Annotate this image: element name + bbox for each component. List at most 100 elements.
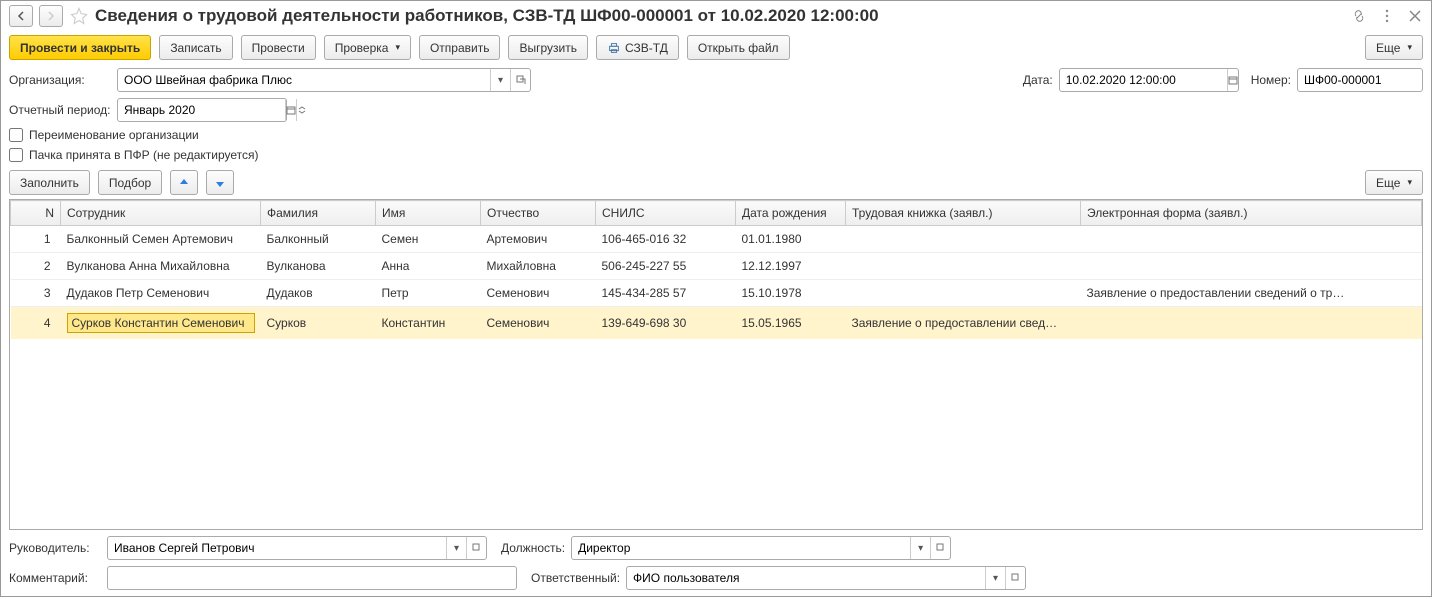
cell-n[interactable]: 2 <box>11 253 61 280</box>
open-ref-icon[interactable] <box>510 69 530 91</box>
col-n[interactable]: N <box>11 201 61 226</box>
rename-org-checkbox[interactable] <box>9 128 23 142</box>
number-field[interactable] <box>1298 69 1434 91</box>
cell-emp[interactable]: Балконный Семен Артемович <box>61 226 261 253</box>
move-down-button[interactable] <box>206 170 234 195</box>
cell-last[interactable]: Балконный <box>261 226 376 253</box>
col-birthdate[interactable]: Дата рождения <box>736 201 846 226</box>
cell-last[interactable]: Дудаков <box>261 280 376 307</box>
cell-book[interactable]: Заявление о предоставлении свед… <box>846 307 1081 340</box>
responsible-field[interactable] <box>627 567 985 589</box>
cell-n[interactable]: 4 <box>11 307 61 340</box>
cell-eform[interactable]: Заявление о предоставлении сведений о тр… <box>1081 280 1422 307</box>
cell-emp[interactable]: Дудаков Петр Семенович <box>61 280 261 307</box>
open-ref-icon[interactable] <box>930 537 950 559</box>
move-up-button[interactable] <box>170 170 198 195</box>
responsible-input[interactable]: ▾ <box>626 566 1026 590</box>
cell-book[interactable] <box>846 280 1081 307</box>
cell-emp[interactable]: Сурков Константин Семенович <box>61 307 261 340</box>
export-button[interactable]: Выгрузить <box>508 35 588 60</box>
check-button[interactable]: Проверка▾ <box>324 35 411 60</box>
col-eform[interactable]: Электронная форма (заявл.) <box>1081 201 1422 226</box>
cell-n[interactable]: 3 <box>11 280 61 307</box>
cell-first[interactable]: Константин <box>376 307 481 340</box>
spinner-icon[interactable] <box>296 99 307 121</box>
comment-field[interactable] <box>108 567 516 589</box>
link-icon[interactable] <box>1351 8 1367 24</box>
position-input[interactable]: ▾ <box>571 536 951 560</box>
calendar-icon[interactable] <box>285 99 296 121</box>
col-lastname[interactable]: Фамилия <box>261 201 376 226</box>
open-ref-icon[interactable] <box>466 537 486 559</box>
calendar-icon[interactable] <box>1227 69 1238 91</box>
cell-n[interactable]: 1 <box>11 226 61 253</box>
cell-eform[interactable] <box>1081 253 1422 280</box>
cell-mid[interactable]: Михайловна <box>481 253 596 280</box>
cell-first[interactable]: Семен <box>376 226 481 253</box>
open-file-button[interactable]: Открыть файл <box>687 35 790 60</box>
cell-eform[interactable] <box>1081 226 1422 253</box>
cell-snils[interactable]: 106-465-016 32 <box>596 226 736 253</box>
cell-snils[interactable]: 139-649-698 30 <box>596 307 736 340</box>
cell-mid[interactable]: Семенович <box>481 307 596 340</box>
titlebar: Сведения о трудовой деятельности работни… <box>1 1 1431 31</box>
fill-button[interactable]: Заполнить <box>9 170 90 195</box>
date-input[interactable] <box>1059 68 1239 92</box>
cell-snils[interactable]: 145-434-285 57 <box>596 280 736 307</box>
date-field[interactable] <box>1060 69 1227 91</box>
cell-last[interactable]: Сурков <box>261 307 376 340</box>
table-row[interactable]: 2Вулканова Анна МихайловнаВулкановаАннаМ… <box>11 253 1422 280</box>
cell-mid[interactable]: Семенович <box>481 280 596 307</box>
period-input[interactable] <box>117 98 287 122</box>
cell-book[interactable] <box>846 253 1081 280</box>
cell-first[interactable]: Петр <box>376 280 481 307</box>
cell-birth[interactable]: 12.12.1997 <box>736 253 846 280</box>
head-field[interactable] <box>108 537 446 559</box>
table-row[interactable]: 1Балконный Семен АртемовичБалконныйСемен… <box>11 226 1422 253</box>
col-employee[interactable]: Сотрудник <box>61 201 261 226</box>
dropdown-icon[interactable]: ▾ <box>910 537 930 559</box>
cell-birth[interactable]: 15.05.1965 <box>736 307 846 340</box>
table-row[interactable]: 3Дудаков Петр СеменовичДудаковПетрСемено… <box>11 280 1422 307</box>
col-firstname[interactable]: Имя <box>376 201 481 226</box>
dropdown-icon[interactable]: ▾ <box>985 567 1005 589</box>
cell-first[interactable]: Анна <box>376 253 481 280</box>
col-middlename[interactable]: Отчество <box>481 201 596 226</box>
cell-birth[interactable]: 15.10.1978 <box>736 280 846 307</box>
col-workbook[interactable]: Трудовая книжка (заявл.) <box>846 201 1081 226</box>
post-button[interactable]: Провести <box>241 35 316 60</box>
period-field[interactable] <box>118 99 285 121</box>
nav-forward-button[interactable] <box>39 5 63 27</box>
organization-input[interactable]: ▾ <box>117 68 531 92</box>
cell-mid[interactable]: Артемович <box>481 226 596 253</box>
number-input[interactable] <box>1297 68 1423 92</box>
pick-button[interactable]: Подбор <box>98 170 162 195</box>
cell-birth[interactable]: 01.01.1980 <box>736 226 846 253</box>
kebab-menu-icon[interactable] <box>1379 8 1395 24</box>
dropdown-icon[interactable]: ▾ <box>446 537 466 559</box>
more-button[interactable]: Еще▾ <box>1365 35 1423 60</box>
cell-emp[interactable]: Вулканова Анна Михайловна <box>61 253 261 280</box>
selected-employee-box[interactable]: Сурков Константин Семенович <box>67 313 255 333</box>
cell-book[interactable] <box>846 226 1081 253</box>
favorite-star-icon[interactable] <box>69 6 89 26</box>
comment-input[interactable] <box>107 566 517 590</box>
cell-eform[interactable] <box>1081 307 1422 340</box>
cell-last[interactable]: Вулканова <box>261 253 376 280</box>
organization-field[interactable] <box>118 69 490 91</box>
open-ref-icon[interactable] <box>1005 567 1025 589</box>
cell-snils[interactable]: 506-245-227 55 <box>596 253 736 280</box>
table-more-button[interactable]: Еще▾ <box>1365 170 1423 195</box>
dropdown-icon[interactable]: ▾ <box>490 69 510 91</box>
position-field[interactable] <box>572 537 910 559</box>
table-row[interactable]: 4 Сурков Константин Семенович СурковКонста… <box>11 307 1422 340</box>
head-input[interactable]: ▾ <box>107 536 487 560</box>
close-icon[interactable] <box>1407 8 1423 24</box>
szvtd-button[interactable]: СЗВ-ТД <box>596 35 679 60</box>
nav-back-button[interactable] <box>9 5 33 27</box>
send-button[interactable]: Отправить <box>419 35 501 60</box>
accepted-pfr-checkbox[interactable] <box>9 148 23 162</box>
post-and-close-button[interactable]: Провести и закрыть <box>9 35 151 60</box>
col-snils[interactable]: СНИЛС <box>596 201 736 226</box>
save-button[interactable]: Записать <box>159 35 232 60</box>
